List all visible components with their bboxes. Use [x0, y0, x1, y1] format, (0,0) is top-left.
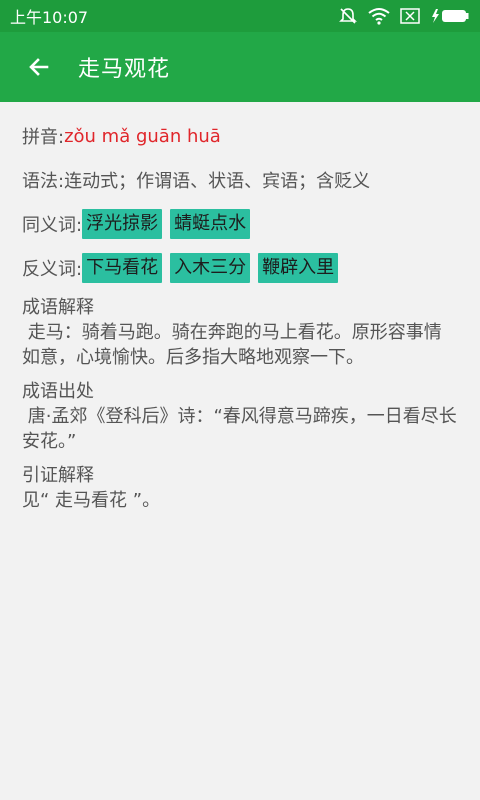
explanation-section: 成语解释 走马：骑着马跑。骑在奔跑的马上看花。原形容事情如意，心境愉快。后多指大…: [22, 296, 458, 370]
status-time: 上午10:07: [10, 8, 89, 27]
sim-off-icon: [400, 8, 420, 24]
idiom-detail: 拼音: zǒu mǎ guān huā 语法: 连动式；作谓语、状语、宾语；含贬…: [0, 102, 480, 513]
synonyms-row: 同义词: 浮光掠影 蜻蜓点水: [22, 208, 458, 240]
grammar-label: 语法:: [22, 171, 65, 192]
origin-title: 成语出处: [22, 381, 94, 402]
mute-icon: [338, 6, 358, 26]
origin-section: 成语出处 唐·孟郊《登科后》诗：“春风得意马蹄疾，一日看尽长安花。”: [22, 380, 458, 454]
synonyms-label: 同义词:: [22, 215, 83, 236]
antonym-tag[interactable]: 入木三分: [170, 253, 251, 283]
grammar-value: 连动式；作谓语、状语、宾语；含贬义: [64, 171, 371, 192]
pinyin-row: 拼音: zǒu mǎ guān huā: [22, 120, 458, 152]
pinyin-label: 拼音:: [22, 127, 65, 148]
antonym-tag[interactable]: 下马看花: [82, 253, 163, 283]
status-icons: [338, 6, 470, 26]
antonyms-list: 下马看花 入木三分 鞭辟入里: [82, 253, 346, 283]
explanation-body: 走马：骑着马跑。骑在奔跑的马上看花。原形容事情如意，心境愉快。后多指大略地观察一…: [22, 322, 442, 368]
citation-section: 引证解释 见“ 走马看花 ”。: [22, 464, 458, 513]
back-button[interactable]: [24, 52, 54, 82]
wifi-icon: [368, 7, 390, 25]
pinyin-value: zǒu mǎ guān huā: [64, 125, 221, 147]
synonym-tag[interactable]: 浮光掠影: [82, 209, 163, 239]
synonyms-list: 浮光掠影 蜻蜓点水: [82, 209, 258, 239]
explanation-title: 成语解释: [22, 297, 94, 318]
citation-body: 见“ 走马看花 ”。: [22, 490, 161, 511]
antonym-tag[interactable]: 鞭辟入里: [258, 253, 339, 283]
synonym-tag[interactable]: 蜻蜓点水: [170, 209, 251, 239]
arrow-left-icon: [29, 58, 49, 76]
grammar-row: 语法: 连动式；作谓语、状语、宾语；含贬义: [22, 164, 458, 196]
antonyms-label: 反义词:: [22, 259, 83, 280]
antonyms-row: 反义词: 下马看花 入木三分 鞭辟入里: [22, 252, 458, 284]
app-bar: 走马观花: [0, 32, 480, 102]
page-title: 走马观花: [78, 57, 171, 82]
battery-charging-icon: [430, 8, 470, 24]
status-bar: 上午10:07: [0, 0, 480, 32]
citation-title: 引证解释: [22, 465, 94, 486]
origin-body: 唐·孟郊《登科后》诗：“春风得意马蹄疾，一日看尽长安花。”: [22, 406, 457, 452]
